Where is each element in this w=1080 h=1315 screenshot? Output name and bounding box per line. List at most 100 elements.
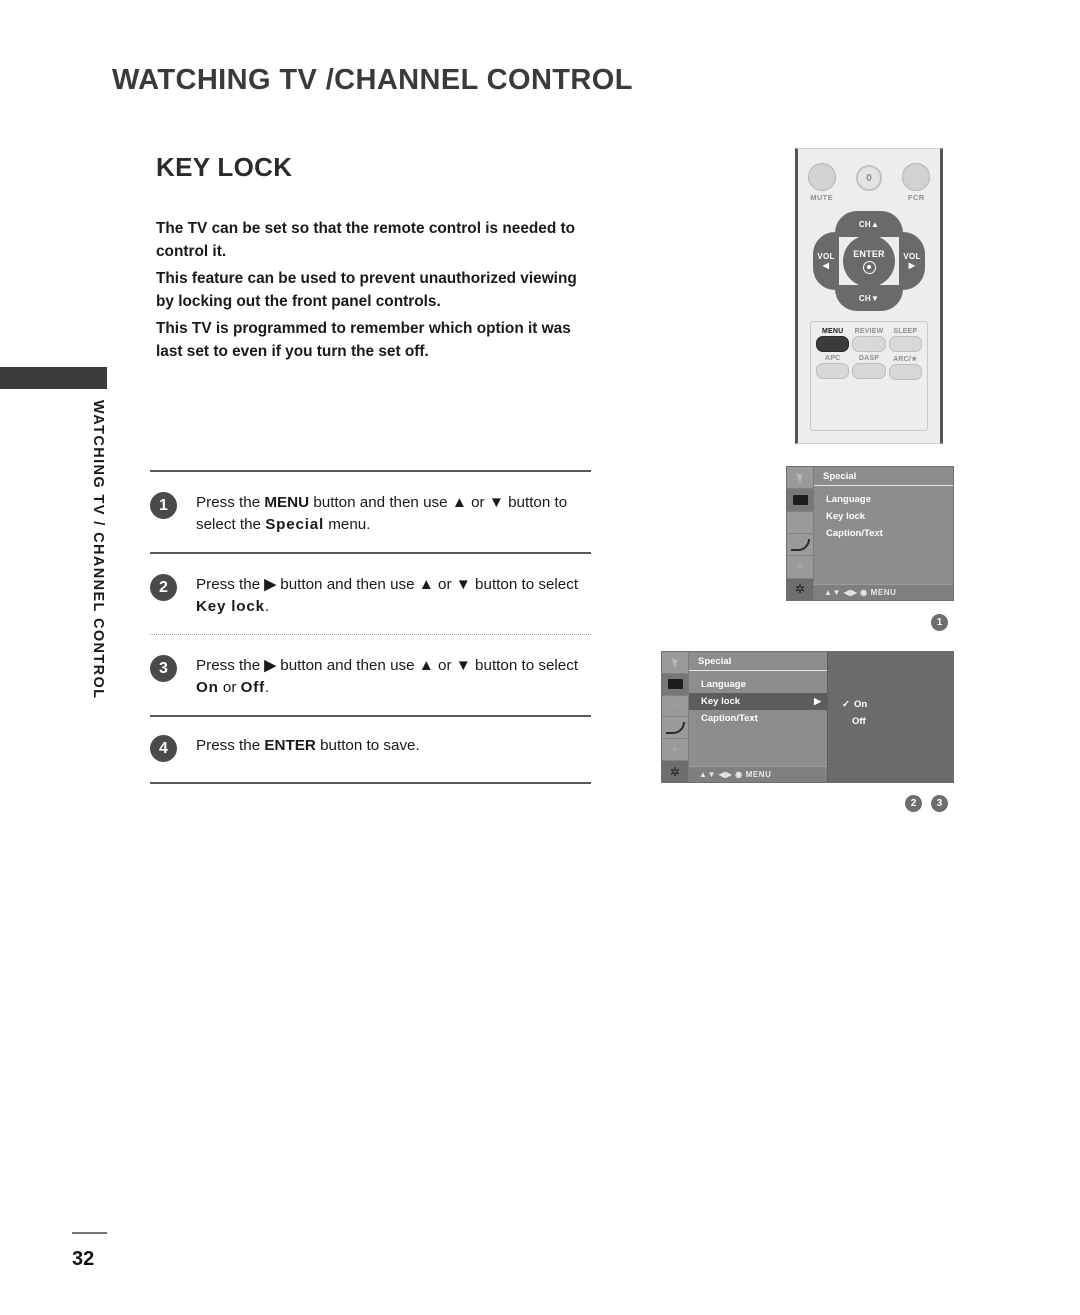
osd-sound-curve-icon[interactable] [662, 717, 688, 740]
step-4-enter-keyword: ENTER [264, 737, 316, 754]
apc-button-label: APC [824, 355, 841, 362]
step-number-badge: 2 [150, 574, 177, 601]
menu-button-key [816, 336, 850, 352]
step-1-menu-keyword: MENU [264, 494, 310, 511]
osd-sound-curve-icon[interactable] [787, 534, 813, 557]
osd-key-lock-menu: ⁘ ✦ ✲ Special Language Key lock ▶ Captio… [661, 651, 954, 783]
step-2-t5: . [264, 598, 270, 615]
step-2-t2: button and then use [276, 576, 419, 593]
remote-control-illustration: MUTE 0 FCR CH▲ VOL ◀ VOL ▶ CH▼ ENTER MEN [795, 148, 943, 444]
step-2-keylock-keyword: Key lock [196, 598, 265, 615]
step-divider [150, 782, 591, 784]
step-4-t2: button to save. [315, 737, 420, 754]
remote-review-button: REVIEW [852, 328, 886, 352]
remote-zero-button: 0 [847, 163, 891, 193]
osd-picture-icon[interactable] [787, 489, 813, 512]
mute-button-icon [807, 163, 836, 191]
menu-button-label: MENU [821, 328, 844, 335]
osd-special-icon[interactable]: ✲ [662, 761, 688, 782]
step-3-t1: Press the [196, 657, 265, 674]
osd-option-on[interactable]: ✓ On [828, 696, 953, 713]
dpad-volume-down: VOL ◀ [813, 232, 839, 290]
osd-item-language[interactable]: Language [689, 676, 827, 693]
osd-pointer-icon[interactable] [662, 652, 688, 674]
step-3: 3 Press the ▶ button and then use ▲ or ▼… [150, 635, 591, 715]
step-number-badge: 1 [150, 492, 177, 519]
osd-item-label: Language [826, 494, 871, 505]
step-3-text: Press the ▶ button and then use ▲ or ▼ b… [196, 653, 591, 699]
osd-dots-icon[interactable]: ⁘ [662, 696, 688, 718]
right-arrow-icon: ▶ [264, 657, 277, 674]
osd-item-label: Key lock [826, 511, 866, 522]
osd-item-key-lock[interactable]: Key lock [814, 508, 953, 525]
osd-item-label: Language [701, 679, 746, 690]
step-1-t2: button and then use [309, 494, 452, 511]
osd-menu-items: Language Key lock ▶ Caption/Text [689, 671, 827, 766]
osd-special-icon[interactable]: ✲ [787, 578, 813, 600]
figure-badge-1: 1 [931, 614, 948, 631]
step-2-t1: Press the [196, 576, 265, 593]
osd-option-label: On [853, 699, 868, 710]
osd-special-menu: ⁘ ✦ ✲ Special Language Key lock Caption/… [786, 466, 954, 601]
osd-content: Special Language Key lock Caption/Text ▲… [814, 467, 953, 600]
up-arrow-icon: ▲ [418, 576, 434, 593]
steps-list: 1 Press the MENU button and then use ▲ o… [150, 470, 591, 784]
osd-item-caption-text[interactable]: Caption/Text [814, 525, 953, 542]
fcr-button-label: FCR [908, 193, 925, 202]
mute-button-label: MUTE [810, 193, 834, 202]
osd-menu-title: Special [814, 467, 953, 486]
osd-sparkle-icon[interactable]: ✦ [787, 556, 813, 579]
osd-pointer-icon[interactable] [787, 467, 813, 490]
step-3-t6: . [265, 679, 270, 696]
dpad-volume-up-label: VOL [903, 252, 921, 261]
step-1-special-keyword: Special [265, 516, 325, 533]
arc-button-key [888, 364, 922, 380]
step-number-badge: 4 [150, 735, 177, 762]
figure-badge-2: 2 [905, 795, 922, 812]
step-4-t1: Press the [196, 737, 265, 754]
dpad-enter-button: ENTER [843, 235, 895, 287]
sleep-button-key [888, 336, 922, 352]
down-arrow-icon: ▼ [488, 494, 504, 511]
dpad-channel-up: CH▲ [835, 211, 903, 237]
figure-badge-3: 3 [931, 795, 948, 812]
intro-paragraph-2: This feature can be used to prevent unau… [156, 270, 577, 310]
dpad-volume-down-label: VOL [817, 252, 835, 261]
osd-item-language[interactable]: Language [814, 491, 953, 508]
osd-option-off[interactable]: Off [828, 713, 953, 730]
sleep-button-label: SLEEP [893, 328, 918, 335]
step-1-t5: menu. [324, 516, 371, 533]
step-3-t4: button to select [470, 657, 579, 674]
remote-function-grid: MENU REVIEW SLEEP APC DASP ARC/★ [816, 328, 922, 380]
step-1-t1: Press the [196, 494, 265, 511]
step-3-t5: or [218, 679, 241, 696]
step-3-t3: or [433, 657, 456, 674]
apc-button-key [816, 363, 850, 379]
osd-dots-icon[interactable]: ⁘ [787, 512, 813, 534]
right-arrow-icon: ▶ [264, 576, 277, 593]
remote-function-panel: MENU REVIEW SLEEP APC DASP ARC/★ [810, 321, 928, 431]
remote-fcr-button: FCR [894, 163, 938, 202]
up-arrow-icon: ▲ [451, 494, 467, 511]
osd-sparkle-icon[interactable]: ✦ [662, 739, 688, 762]
fcr-button-icon [902, 163, 931, 191]
osd-item-label: Caption/Text [826, 528, 883, 539]
intro-paragraphs: The TV can be set so that the remote con… [156, 217, 596, 367]
step-number-badge: 3 [150, 655, 177, 682]
osd-item-arrow-icon: ▶ [814, 696, 821, 706]
down-arrow-icon: ▼ [455, 576, 471, 593]
osd-content: Special Language Key lock ▶ Caption/Text… [689, 652, 827, 782]
review-button-label: REVIEW [854, 328, 884, 335]
step-3-off-keyword: Off [240, 679, 265, 696]
osd-picture-icon[interactable] [662, 673, 688, 696]
footer-divider [72, 1232, 107, 1234]
dpad-volume-up: VOL ▶ [899, 232, 925, 290]
remote-arc-button: ARC/★ [888, 355, 922, 380]
section-title: KEY LOCK [156, 152, 293, 182]
right-arrow-icon: ▶ [908, 261, 916, 270]
osd-item-key-lock[interactable]: Key lock ▶ [689, 693, 827, 710]
osd-navigation-hints: ▲▼ ◀▶ ◉ MENU [689, 766, 827, 782]
remote-apc-button: APC [816, 355, 850, 380]
dasp-button-label: DASP [858, 355, 880, 362]
osd-item-caption-text[interactable]: Caption/Text [689, 710, 827, 727]
